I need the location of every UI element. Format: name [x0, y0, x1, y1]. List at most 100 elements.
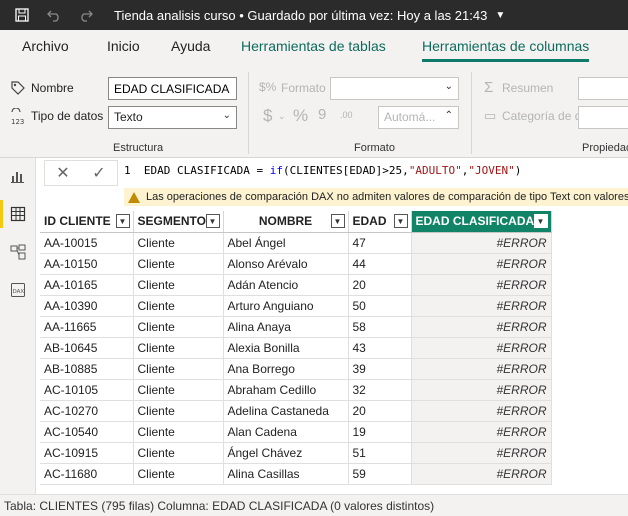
comma-style-icon[interactable]: 9 — [318, 106, 326, 123]
table-cell[interactable]: Cliente — [133, 442, 224, 464]
table-cell[interactable]: #ERROR — [411, 316, 552, 338]
table-cell[interactable]: #ERROR — [411, 295, 552, 317]
tipo-datos-select[interactable]: Texto ⌄ — [108, 106, 237, 129]
table-cell[interactable]: #ERROR — [411, 421, 552, 443]
table-row[interactable]: AC-10915 Cliente Ángel Chávez 51 #ERROR — [40, 442, 552, 464]
report-view-button[interactable] — [0, 158, 36, 194]
tab-inicio[interactable]: Inicio — [107, 38, 140, 54]
table-cell[interactable]: #ERROR — [411, 400, 552, 422]
redo-icon[interactable] — [76, 5, 96, 25]
table-cell[interactable]: AA-11665 — [40, 316, 134, 338]
table-cell[interactable]: 20 — [348, 400, 412, 422]
table-cell[interactable]: Cliente — [133, 232, 224, 254]
filter-dropdown-icon[interactable]: ▼ — [533, 214, 548, 228]
table-cell[interactable]: Cliente — [133, 379, 224, 401]
table-cell[interactable]: Arturo Anguiano — [223, 295, 349, 317]
data-view-button[interactable] — [0, 196, 36, 232]
table-row[interactable]: AA-10390 Cliente Arturo Anguiano 50 #ERROR — [40, 295, 552, 317]
table-cell[interactable]: Cliente — [133, 400, 224, 422]
confirm-formula-icon[interactable]: ✓ — [92, 163, 105, 183]
column-header-segmento[interactable]: SEGMENTO ▼ — [133, 211, 224, 233]
table-cell[interactable]: Adán Atencio — [223, 274, 349, 296]
title-dropdown-icon[interactable]: ▼ — [495, 10, 505, 21]
table-cell[interactable]: Cliente — [133, 463, 224, 485]
table-cell[interactable]: 44 — [348, 253, 412, 275]
table-cell[interactable]: 19 — [348, 421, 412, 443]
table-cell[interactable]: AC-10105 — [40, 379, 134, 401]
column-header-id-cliente[interactable]: ID CLIENTE ▼ — [40, 211, 134, 233]
table-cell[interactable]: 50 — [348, 295, 412, 317]
table-cell[interactable]: 20 — [348, 274, 412, 296]
table-cell[interactable]: 39 — [348, 358, 412, 380]
table-cell[interactable]: AC-10915 — [40, 442, 134, 464]
table-cell[interactable]: Alonso Arévalo — [223, 253, 349, 275]
table-cell[interactable]: AA-10150 — [40, 253, 134, 275]
tab-herramientas-tablas[interactable]: Herramientas de tablas — [241, 38, 386, 54]
table-cell[interactable]: Cliente — [133, 421, 224, 443]
table-cell[interactable]: AA-10015 — [40, 232, 134, 254]
table-cell[interactable]: 32 — [348, 379, 412, 401]
table-cell[interactable]: #ERROR — [411, 274, 552, 296]
formato-select[interactable]: ⌄ — [330, 77, 459, 100]
table-row[interactable]: AB-10885 Cliente Ana Borrego 39 #ERROR — [40, 358, 552, 380]
table-cell[interactable]: Alina Anaya — [223, 316, 349, 338]
decimal-places-field[interactable]: Automá... ⌃ — [378, 106, 459, 129]
table-cell[interactable]: #ERROR — [411, 442, 552, 464]
table-cell[interactable]: Abraham Cedillo — [223, 379, 349, 401]
currency-dropdown-icon[interactable]: ⌄ — [278, 111, 286, 122]
table-cell[interactable]: #ERROR — [411, 253, 552, 275]
save-icon[interactable] — [12, 5, 32, 25]
filter-dropdown-icon[interactable]: ▼ — [393, 214, 408, 228]
filter-dropdown-icon[interactable]: ▼ — [115, 214, 130, 228]
column-header-nombre[interactable]: NOMBRE ▼ — [223, 211, 349, 233]
table-cell[interactable]: Ana Borrego — [223, 358, 349, 380]
column-header-edad-clasificada[interactable]: EDAD CLASIFICADA ▼ — [411, 211, 552, 233]
table-cell[interactable]: 43 — [348, 337, 412, 359]
table-cell[interactable]: Alan Cadena — [223, 421, 349, 443]
currency-icon[interactable]: $ — [263, 106, 272, 126]
table-cell[interactable]: Cliente — [133, 253, 224, 275]
table-cell[interactable]: 51 — [348, 442, 412, 464]
table-row[interactable]: AA-10015 Cliente Abel Ángel 47 #ERROR — [40, 232, 552, 254]
table-row[interactable]: AA-10165 Cliente Adán Atencio 20 #ERROR — [40, 274, 552, 296]
table-row[interactable]: AA-11665 Cliente Alina Anaya 58 #ERROR — [40, 316, 552, 338]
table-cell[interactable]: AA-10165 — [40, 274, 134, 296]
decimal-icon[interactable]: .00 — [340, 110, 353, 120]
table-cell[interactable]: #ERROR — [411, 463, 552, 485]
filter-dropdown-icon[interactable]: ▼ — [205, 214, 220, 228]
table-cell[interactable]: Alexia Bonilla — [223, 337, 349, 359]
table-cell[interactable]: Alina Casillas — [223, 463, 349, 485]
table-cell[interactable]: AC-10270 — [40, 400, 134, 422]
table-cell[interactable]: 59 — [348, 463, 412, 485]
column-header-edad[interactable]: EDAD ▼ — [348, 211, 412, 233]
categoria-select[interactable] — [578, 106, 628, 129]
table-row[interactable]: AC-11680 Cliente Alina Casillas 59 #ERROR — [40, 463, 552, 485]
table-cell[interactable]: 47 — [348, 232, 412, 254]
table-cell[interactable]: Cliente — [133, 337, 224, 359]
table-cell[interactable]: #ERROR — [411, 232, 552, 254]
table-cell[interactable]: Ángel Chávez — [223, 442, 349, 464]
percent-icon[interactable]: % — [293, 106, 308, 126]
table-cell[interactable]: AC-10540 — [40, 421, 134, 443]
table-cell[interactable]: #ERROR — [411, 358, 552, 380]
filter-dropdown-icon[interactable]: ▼ — [330, 214, 345, 228]
table-cell[interactable]: #ERROR — [411, 379, 552, 401]
formula-editor[interactable]: 1 EDAD CLASIFICADA = if(CLIENTES[EDAD]>2… — [124, 160, 628, 186]
table-cell[interactable]: Adelina Castaneda — [223, 400, 349, 422]
table-cell[interactable]: AB-10645 — [40, 337, 134, 359]
model-view-button[interactable] — [0, 234, 36, 270]
table-cell[interactable]: #ERROR — [411, 337, 552, 359]
tab-archivo[interactable]: Archivo — [22, 38, 69, 54]
table-row[interactable]: AC-10270 Cliente Adelina Castaneda 20 #ERROR — [40, 400, 552, 422]
dax-query-view-button[interactable]: DAX — [0, 272, 36, 308]
nombre-field[interactable] — [108, 77, 237, 100]
resumen-select[interactable] — [578, 77, 628, 100]
table-row[interactable]: AB-10645 Cliente Alexia Bonilla 43 #ERROR — [40, 337, 552, 359]
tab-ayuda[interactable]: Ayuda — [171, 38, 210, 54]
table-cell[interactable]: AA-10390 — [40, 295, 134, 317]
table-cell[interactable]: Cliente — [133, 358, 224, 380]
undo-icon[interactable] — [44, 5, 64, 25]
cancel-formula-icon[interactable]: ✕ — [56, 163, 69, 183]
table-row[interactable]: AC-10540 Cliente Alan Cadena 19 #ERROR — [40, 421, 552, 443]
table-cell[interactable]: Cliente — [133, 274, 224, 296]
